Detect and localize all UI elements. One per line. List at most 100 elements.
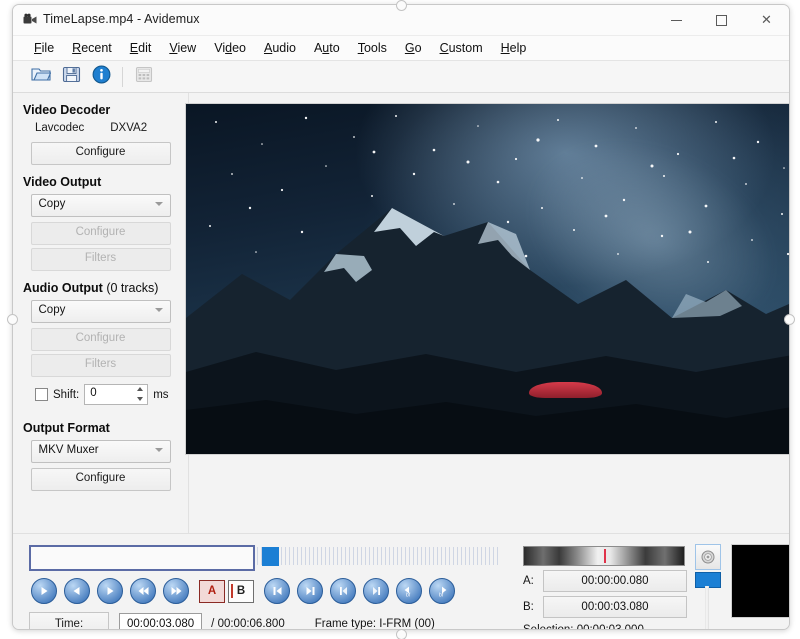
volume-slider-track[interactable] xyxy=(705,586,709,630)
close-button[interactable]: ✕ xyxy=(744,5,789,35)
timeline-playhead-handle[interactable] xyxy=(262,547,279,566)
go-to-end-button[interactable] xyxy=(297,578,323,604)
next-frame-button[interactable] xyxy=(97,578,123,604)
main-toolbar xyxy=(13,61,789,93)
marker-a-button[interactable]: A xyxy=(199,580,225,603)
menu-file[interactable]: File xyxy=(25,39,63,57)
resize-handle-left[interactable] xyxy=(7,314,18,325)
audio-output-configure-button[interactable]: Configure xyxy=(31,328,171,351)
menu-tools[interactable]: Tools xyxy=(349,39,396,57)
current-time-field[interactable]: 00:00:03.080 xyxy=(119,613,202,630)
marker-a-field-row: A: 00:00:00.080 xyxy=(523,570,687,592)
previous-keyframe-button[interactable] xyxy=(330,578,356,604)
time-separator: / xyxy=(211,618,214,630)
total-duration: / 00:00:06.800 xyxy=(211,618,285,630)
video-output-filters-button[interactable]: Filters xyxy=(31,248,171,271)
audio-shift-value: 0 xyxy=(90,387,96,399)
frame-type-value: I-FRM (00) xyxy=(379,618,435,630)
open-file-button[interactable] xyxy=(27,64,55,90)
marker-b-field-row: B: 00:00:03.080 xyxy=(523,596,687,618)
resize-handle-right[interactable] xyxy=(784,314,795,325)
marker-b-time-value[interactable]: 00:00:03.080 xyxy=(543,596,687,618)
menu-video[interactable]: Video xyxy=(205,39,255,57)
window-title: TimeLapse.mp4 - Avidemux xyxy=(43,12,200,26)
menu-recent[interactable]: Recent xyxy=(63,39,121,57)
calculator-button[interactable] xyxy=(130,64,158,90)
resize-handle-top[interactable] xyxy=(396,0,407,11)
video-decoder-info: Lavcodec DXVA2 xyxy=(35,122,188,134)
forward-button[interactable] xyxy=(163,578,189,604)
bottom-panel: A B bf bf xyxy=(13,533,789,630)
audio-output-codec-select[interactable]: Copy xyxy=(31,300,171,323)
play-button[interactable] xyxy=(31,578,57,604)
audio-output-track-count: (0 tracks) xyxy=(106,281,158,295)
marker-a-field-label: A: xyxy=(523,575,543,587)
previous-frame-button[interactable] xyxy=(64,578,90,604)
toolbar-separator xyxy=(122,67,123,87)
time-label: Time: xyxy=(29,612,109,630)
transport-controls: A B bf bf xyxy=(31,578,455,604)
open-file-icon xyxy=(31,65,51,88)
audio-output-title: Audio Output xyxy=(23,281,103,295)
menu-bar: File Recent Edit View Video Audio Auto T… xyxy=(13,36,789,61)
close-icon: ✕ xyxy=(761,14,772,27)
previous-black-frame-button[interactable]: bf xyxy=(396,578,422,604)
timeline-slider[interactable] xyxy=(29,542,499,570)
minimize-button[interactable] xyxy=(654,5,699,35)
menu-custom[interactable]: Custom xyxy=(431,39,492,57)
audio-shift-label: Shift: xyxy=(53,389,79,401)
video-decoder-configure-button[interactable]: Configure xyxy=(31,142,171,165)
resize-handle-bottom[interactable] xyxy=(396,629,407,639)
video-output-configure-button[interactable]: Configure xyxy=(31,222,171,245)
frame-type-info: Frame type: I-FRM (00) xyxy=(315,618,435,630)
rewind-button[interactable] xyxy=(130,578,156,604)
next-keyframe-button[interactable] xyxy=(363,578,389,604)
speaker-icon[interactable] xyxy=(695,544,721,570)
stepper-down-icon[interactable] xyxy=(137,397,143,401)
video-decoder-heading: Video Decoder xyxy=(23,103,188,117)
output-format-configure-button[interactable]: Configure xyxy=(31,468,171,491)
volume-control[interactable] xyxy=(695,544,721,630)
save-file-icon xyxy=(62,65,81,88)
navigation-filmstrip[interactable] xyxy=(523,546,685,566)
menu-help[interactable]: Help xyxy=(492,39,536,57)
svg-text:bf: bf xyxy=(439,593,444,597)
menu-auto[interactable]: Auto xyxy=(305,39,349,57)
menu-go[interactable]: Go xyxy=(396,39,431,57)
marker-a-time-value[interactable]: 00:00:00.080 xyxy=(543,570,687,592)
timeline-selection-range[interactable] xyxy=(29,545,255,571)
chevron-down-icon xyxy=(155,202,163,206)
marker-b-field-label: B: xyxy=(523,601,543,613)
save-file-button[interactable] xyxy=(57,64,85,90)
output-format-select[interactable]: MKV Muxer xyxy=(31,440,171,463)
selection-panel: A: 00:00:00.080 B: 00:00:03.080 Selectio… xyxy=(513,540,790,630)
marker-b-button[interactable]: B xyxy=(228,580,254,603)
audio-shift-checkbox[interactable] xyxy=(35,388,48,401)
video-preview[interactable] xyxy=(185,103,790,455)
menu-view[interactable]: View xyxy=(160,39,205,57)
settings-sidebar: Video Decoder Lavcodec DXVA2 Configure V… xyxy=(13,93,189,533)
menu-audio[interactable]: Audio xyxy=(255,39,305,57)
title-bar-left: TimeLapse.mp4 - Avidemux xyxy=(23,12,200,26)
stepper-arrows-icon[interactable] xyxy=(135,387,144,401)
maximize-button[interactable] xyxy=(699,5,744,35)
avidemux-screenshot: TimeLapse.mp4 - Avidemux ✕ File Recent E… xyxy=(0,0,800,639)
calculator-icon xyxy=(135,66,153,88)
camcorder-icon xyxy=(23,13,37,26)
svg-text:bf: bf xyxy=(406,593,411,597)
audio-shift-row: Shift: 0 ms xyxy=(35,384,188,405)
next-black-frame-button[interactable]: bf xyxy=(429,578,455,604)
go-to-start-button[interactable] xyxy=(264,578,290,604)
audio-output-heading: Audio Output (0 tracks) xyxy=(23,281,188,295)
menu-edit[interactable]: Edit xyxy=(121,39,161,57)
chevron-down-icon xyxy=(155,308,163,312)
frame-type-label: Frame type: xyxy=(315,618,376,630)
info-icon xyxy=(92,65,111,89)
application-window: TimeLapse.mp4 - Avidemux ✕ File Recent E… xyxy=(12,4,790,630)
audio-output-filters-button[interactable]: Filters xyxy=(31,354,171,377)
selection-duration-text: Selection: 00:00:03.000 xyxy=(523,624,644,630)
audio-shift-stepper[interactable]: 0 xyxy=(84,384,148,405)
video-output-codec-select[interactable]: Copy xyxy=(31,194,171,217)
stepper-up-icon[interactable] xyxy=(137,387,143,391)
info-button[interactable] xyxy=(87,64,115,90)
